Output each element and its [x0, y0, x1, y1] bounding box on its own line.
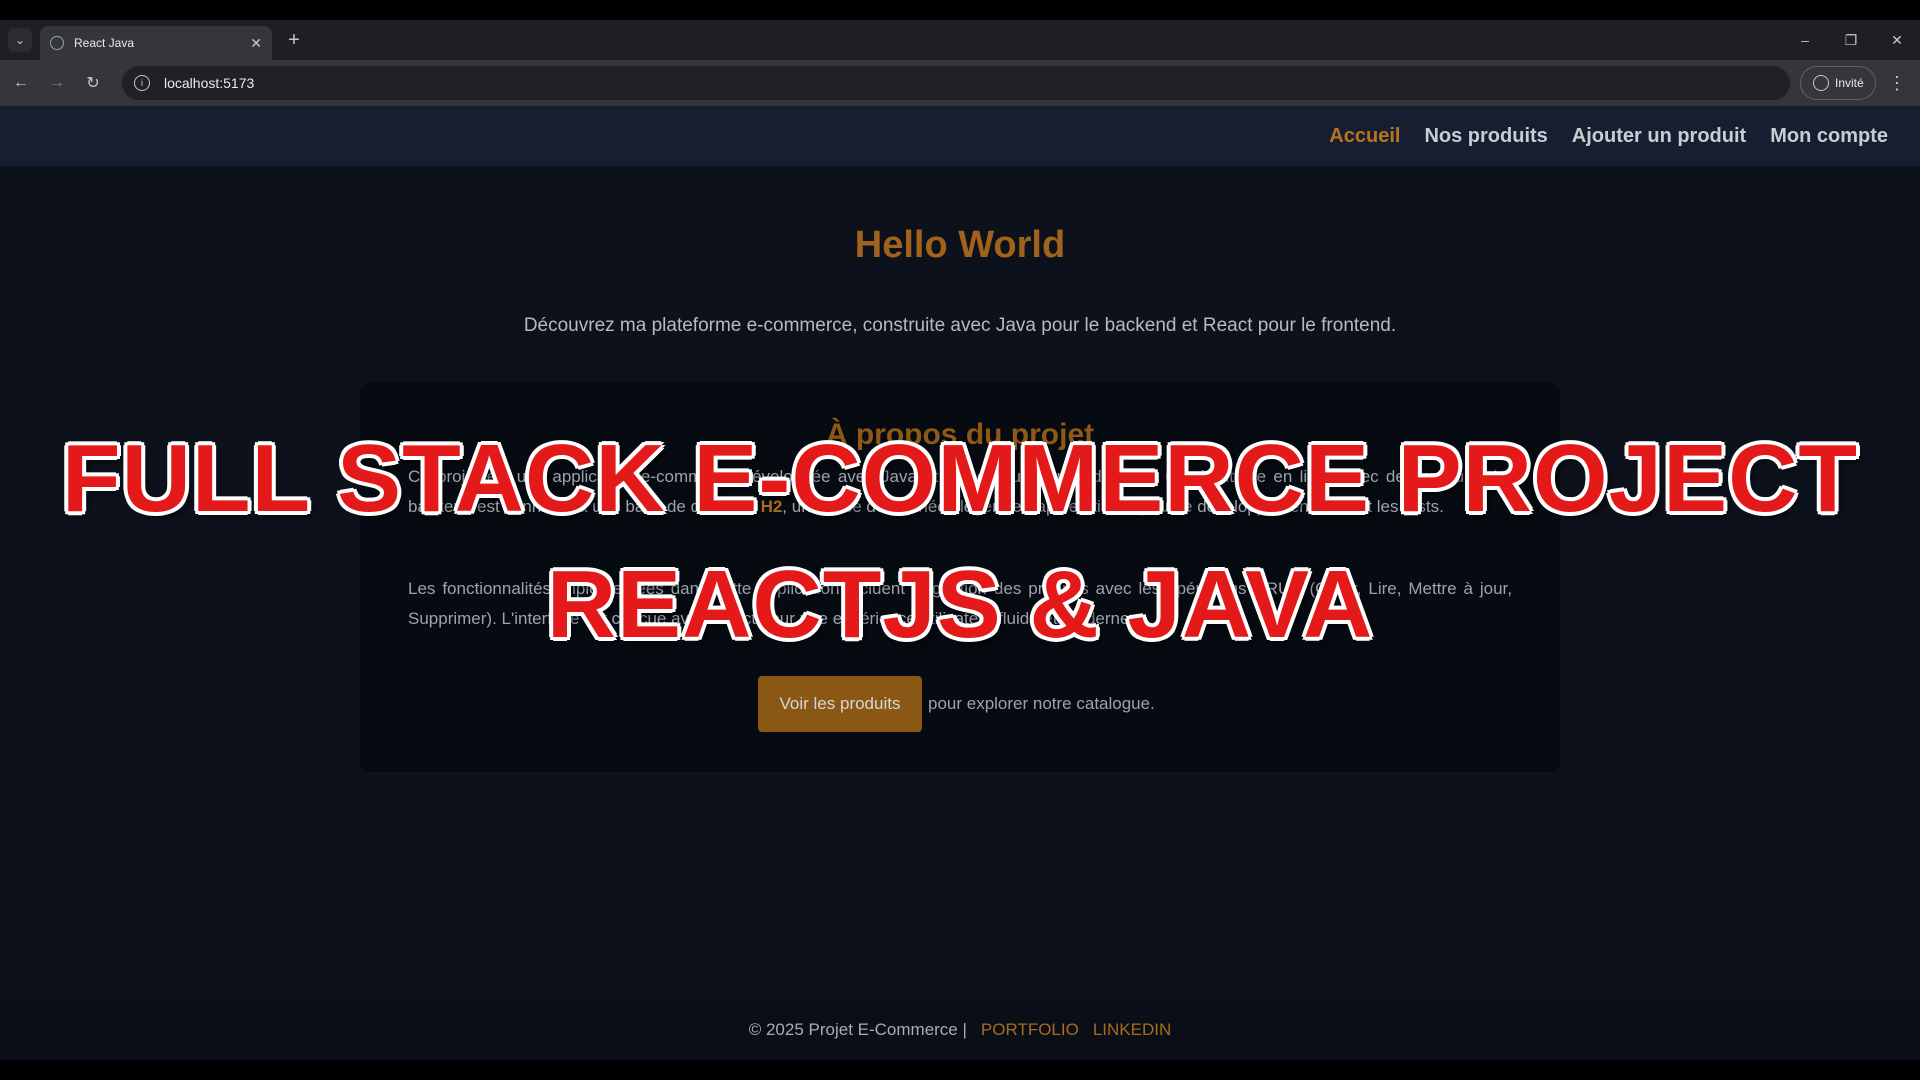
- restore-icon[interactable]: ❐: [1836, 28, 1866, 52]
- letterbox-top: [0, 0, 1920, 20]
- browser-toolbar: ← → ↻ i localhost:5173 Invité ⋮: [0, 60, 1920, 106]
- nav-link-ajouter-produit[interactable]: Ajouter un produit: [1572, 125, 1746, 148]
- kebab-menu-icon[interactable]: ⋮: [1884, 70, 1910, 96]
- reload-icon[interactable]: ↻: [80, 70, 106, 96]
- profile-label: Invité: [1835, 76, 1864, 90]
- info-icon[interactable]: i: [134, 75, 150, 91]
- tab-search-icon[interactable]: ⌄: [8, 28, 32, 52]
- back-arrow-icon[interactable]: ←: [8, 70, 34, 96]
- profile-icon: [1813, 75, 1829, 91]
- tab-title: React Java: [74, 36, 135, 50]
- cta-text: pour explorer notre catalogue.: [928, 694, 1155, 713]
- hero-subtitle: Découvrez ma plateforme e-commerce, cons…: [523, 315, 1397, 336]
- cta-row: Voir les produits pour explorer notre ca…: [758, 676, 1155, 732]
- overlay-headline-line-2: REACTJS & JAVA: [546, 551, 1374, 658]
- footer-link-portfolio[interactable]: PORTFOLIO: [981, 1020, 1079, 1040]
- hero-title: Hello World: [854, 224, 1066, 266]
- overlay-headline-line-1: FULL STACK E-COMMERCE PROJECT: [61, 425, 1859, 532]
- footer-copyright: © 2025 Projet E-Commerce |: [748, 1020, 967, 1039]
- url-text: localhost:5173: [164, 75, 255, 91]
- close-icon[interactable]: ✕: [250, 35, 262, 52]
- site-footer: © 2025 Projet E-Commerce | PORTFOLIO LIN…: [0, 1000, 1920, 1060]
- nav-link-nos-produits[interactable]: Nos produits: [1424, 125, 1547, 148]
- profile-button[interactable]: Invité: [1800, 66, 1876, 100]
- footer-link-linkedin[interactable]: LINKEDIN: [1093, 1020, 1171, 1040]
- address-bar[interactable]: i localhost:5173: [122, 66, 1790, 100]
- plus-icon[interactable]: +: [282, 28, 306, 52]
- browser-tabbar: ⌄ React Java ✕ + – ❐ ✕: [0, 20, 1920, 60]
- view-products-button[interactable]: Voir les produits: [758, 676, 922, 732]
- nav-link-accueil[interactable]: Accueil: [1329, 125, 1400, 148]
- nav-link-mon-compte[interactable]: Mon compte: [1770, 125, 1888, 148]
- forward-arrow-icon[interactable]: →: [44, 70, 70, 96]
- site-navbar: Accueil Nos produits Ajouter un produit …: [0, 106, 1920, 166]
- minimize-icon[interactable]: –: [1790, 28, 1820, 52]
- browser-tab[interactable]: React Java ✕: [40, 26, 272, 60]
- close-window-icon[interactable]: ✕: [1882, 28, 1912, 52]
- letterbox-bottom: [0, 1060, 1920, 1080]
- globe-icon: [50, 36, 64, 50]
